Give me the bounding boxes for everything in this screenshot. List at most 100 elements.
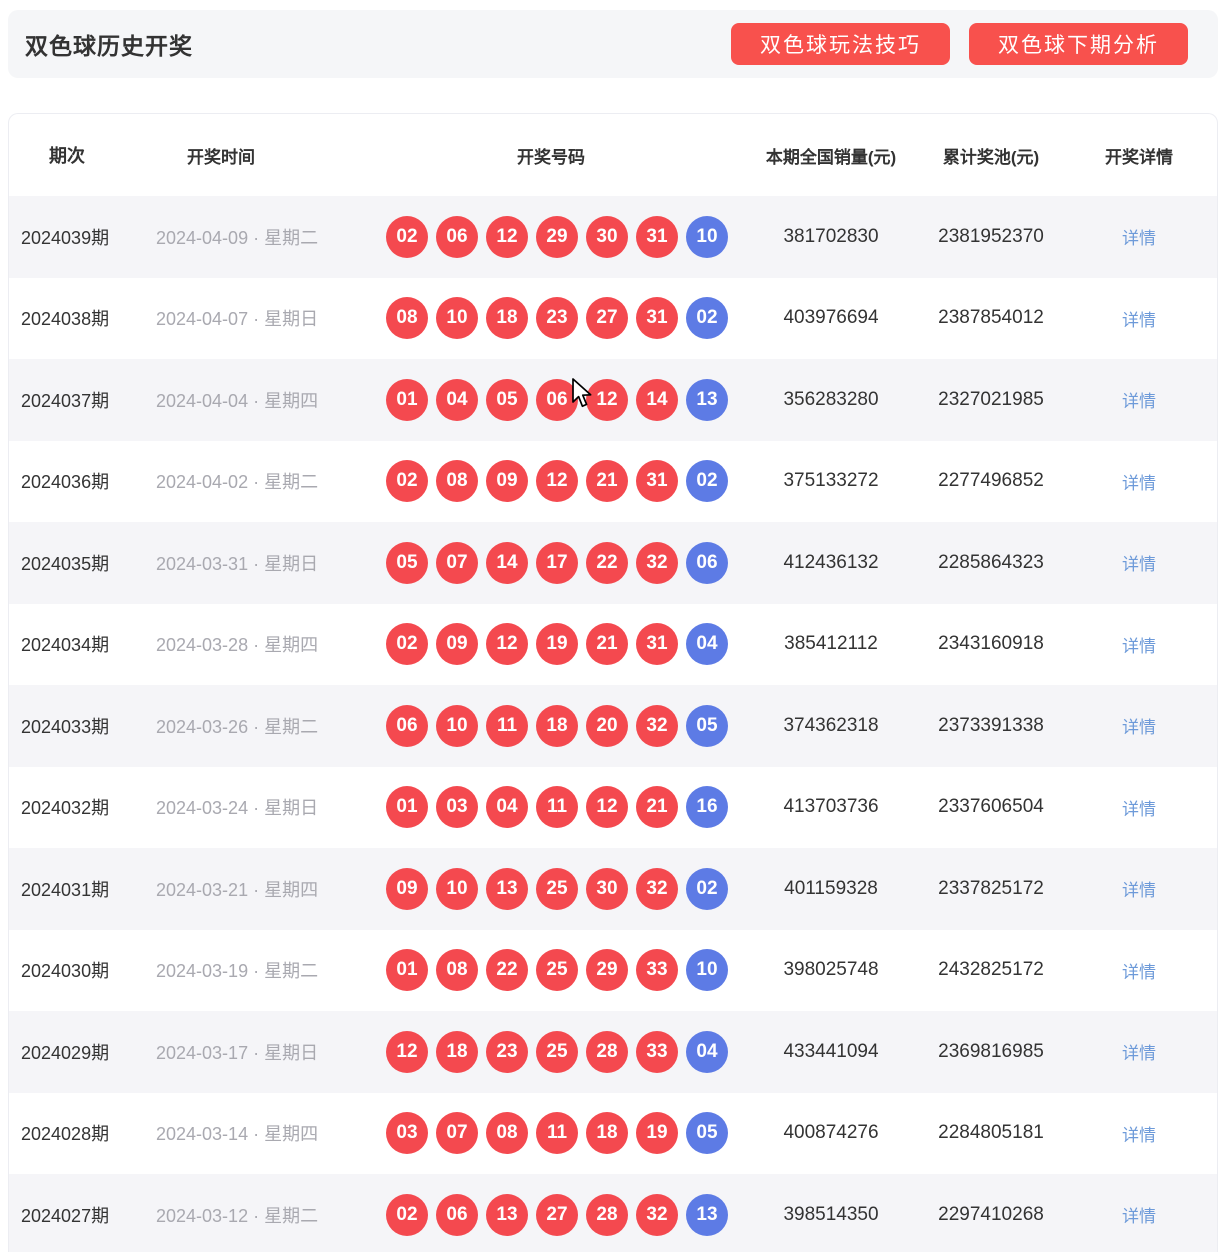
detail-cell: 详情 xyxy=(1061,550,1217,575)
draw-date-cell: 2024-03-31 · 星期日 xyxy=(156,553,319,574)
period-cell: 2024034期 xyxy=(21,635,110,656)
detail-link[interactable]: 详情 xyxy=(1122,555,1156,574)
detail-link[interactable]: 详情 xyxy=(1122,800,1156,819)
table-row: 2024034期 2024-03-28 · 星期四 02 09 12 19 21 31 04 38… xyxy=(9,604,1217,686)
numbers-cell: 02 06 13 27 28 32 13 xyxy=(361,1193,741,1236)
red-ball: 23 xyxy=(486,1030,528,1073)
sales-cell: 400874276 xyxy=(783,1122,879,1144)
red-ball: 25 xyxy=(536,1030,578,1073)
red-ball: 27 xyxy=(536,1193,578,1236)
jackpot-cell: 2337825172 xyxy=(938,877,1044,899)
table-row: 2024039期 2024-04-09 · 星期二 02 06 12 29 30 31 10 38… xyxy=(9,196,1217,278)
red-ball: 22 xyxy=(586,541,628,584)
numbers-cell: 01 04 05 06 12 14 13 xyxy=(361,378,741,421)
red-ball: 18 xyxy=(486,297,528,340)
blue-ball: 05 xyxy=(686,704,728,747)
sales-cell: 413703736 xyxy=(783,796,879,818)
red-ball: 01 xyxy=(386,786,428,829)
sales-cell: 356283280 xyxy=(783,388,879,410)
period-cell: 2024029期 xyxy=(21,1042,110,1063)
red-ball: 05 xyxy=(386,541,428,584)
sales-cell: 403976694 xyxy=(783,307,879,329)
detail-link[interactable]: 详情 xyxy=(1122,392,1156,411)
red-ball: 32 xyxy=(636,541,678,584)
next-draw-analysis-button[interactable]: 双色球下期分析 xyxy=(969,23,1188,65)
detail-cell: 详情 xyxy=(1061,795,1217,820)
detail-link[interactable]: 详情 xyxy=(1122,474,1156,493)
period-cell: 2024037期 xyxy=(21,390,110,411)
red-ball: 10 xyxy=(436,867,478,910)
jackpot-cell: 2297410268 xyxy=(938,1203,1044,1225)
jackpot-cell: 2327021985 xyxy=(938,388,1044,410)
detail-link[interactable]: 详情 xyxy=(1122,1044,1156,1063)
jackpot-cell: 2285864323 xyxy=(938,551,1044,573)
red-ball: 12 xyxy=(386,1030,428,1073)
page-title: 双色球历史开奖 xyxy=(25,33,193,59)
draw-date-cell: 2024-03-12 · 星期二 xyxy=(156,1205,319,1226)
detail-link[interactable]: 详情 xyxy=(1122,881,1156,900)
table-row: 2024027期 2024-03-12 · 星期二 02 06 13 27 28 32 13 39… xyxy=(9,1174,1217,1252)
play-tips-button[interactable]: 双色球玩法技巧 xyxy=(731,23,950,65)
column-header-sales: 本期全国销量(元) xyxy=(765,147,897,167)
detail-cell: 详情 xyxy=(1061,1121,1217,1146)
red-ball: 10 xyxy=(436,297,478,340)
red-ball: 23 xyxy=(536,297,578,340)
period-cell: 2024027期 xyxy=(21,1205,110,1226)
red-ball: 04 xyxy=(436,378,478,421)
sales-cell: 433441094 xyxy=(783,1040,879,1062)
red-ball: 06 xyxy=(436,1193,478,1236)
red-ball: 31 xyxy=(636,297,678,340)
red-ball: 31 xyxy=(636,623,678,666)
table-row: 2024035期 2024-03-31 · 星期日 05 07 14 17 22 32 06 41… xyxy=(9,522,1217,604)
red-ball: 29 xyxy=(586,949,628,992)
red-ball: 06 xyxy=(536,378,578,421)
draw-date-cell: 2024-04-02 · 星期二 xyxy=(156,472,319,493)
detail-link[interactable]: 详情 xyxy=(1122,637,1156,656)
draw-date-cell: 2024-03-14 · 星期四 xyxy=(156,1124,319,1145)
detail-cell: 详情 xyxy=(1061,632,1217,657)
numbers-cell: 01 03 04 11 12 21 16 xyxy=(361,786,741,829)
red-ball: 12 xyxy=(536,460,578,503)
red-ball: 32 xyxy=(636,1193,678,1236)
sales-cell: 398025748 xyxy=(783,959,879,981)
period-cell: 2024039期 xyxy=(21,227,110,248)
red-ball: 08 xyxy=(436,949,478,992)
detail-cell: 详情 xyxy=(1061,387,1217,412)
red-ball: 06 xyxy=(436,215,478,258)
red-ball: 06 xyxy=(386,704,428,747)
period-cell: 2024031期 xyxy=(21,879,110,900)
detail-link[interactable]: 详情 xyxy=(1122,229,1156,248)
draw-date-cell: 2024-04-07 · 星期日 xyxy=(156,309,319,330)
red-ball: 08 xyxy=(386,297,428,340)
draw-date-cell: 2024-03-19 · 星期二 xyxy=(156,961,319,982)
jackpot-cell: 2337606504 xyxy=(938,796,1044,818)
red-ball: 19 xyxy=(636,1112,678,1155)
table-row: 2024030期 2024-03-19 · 星期二 01 08 22 25 29 33 10 39… xyxy=(9,930,1217,1012)
detail-cell: 详情 xyxy=(1061,1039,1217,1064)
sales-cell: 398514350 xyxy=(783,1203,879,1225)
sales-cell: 374362318 xyxy=(783,714,879,736)
blue-ball: 02 xyxy=(686,867,728,910)
red-ball: 10 xyxy=(436,704,478,747)
red-ball: 12 xyxy=(586,786,628,829)
blue-ball: 04 xyxy=(686,623,728,666)
blue-ball: 10 xyxy=(686,215,728,258)
red-ball: 13 xyxy=(486,867,528,910)
red-ball: 01 xyxy=(386,949,428,992)
jackpot-cell: 2381952370 xyxy=(938,225,1044,247)
sales-cell: 412436132 xyxy=(783,551,879,573)
draw-date-cell: 2024-03-24 · 星期日 xyxy=(156,798,319,819)
detail-link[interactable]: 详情 xyxy=(1122,311,1156,330)
red-ball: 31 xyxy=(636,460,678,503)
detail-link[interactable]: 详情 xyxy=(1122,1207,1156,1226)
blue-ball: 13 xyxy=(686,378,728,421)
detail-link[interactable]: 详情 xyxy=(1122,963,1156,982)
jackpot-cell: 2432825172 xyxy=(938,959,1044,981)
red-ball: 18 xyxy=(436,1030,478,1073)
column-header-period: 期次 xyxy=(49,146,85,166)
detail-link[interactable]: 详情 xyxy=(1122,718,1156,737)
detail-link[interactable]: 详情 xyxy=(1122,1126,1156,1145)
red-ball: 08 xyxy=(436,460,478,503)
detail-cell: 详情 xyxy=(1061,958,1217,983)
red-ball: 09 xyxy=(486,460,528,503)
